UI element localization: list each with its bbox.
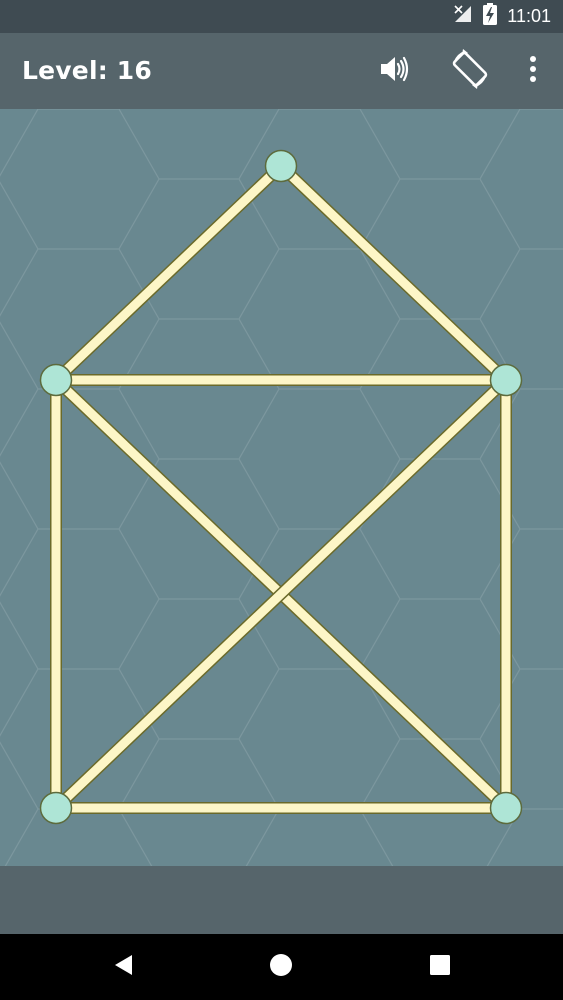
node-mid-right[interactable] <box>489 363 523 397</box>
hex-grid-background <box>0 109 563 866</box>
node-mid-left[interactable] <box>39 363 73 397</box>
sound-button[interactable] <box>370 47 418 95</box>
battery-charging-icon <box>483 3 498 30</box>
screen-rotation-button[interactable] <box>446 47 494 95</box>
back-icon <box>112 953 134 982</box>
status-time: 11:01 <box>507 6 551 26</box>
more-options-icon <box>528 55 538 88</box>
home-icon <box>269 953 293 982</box>
navigation-bar <box>0 934 563 1000</box>
node-apex[interactable] <box>264 149 298 183</box>
status-icons: 11:01 <box>453 0 551 33</box>
status-bar: 11:01 <box>0 0 563 33</box>
no-signal-icon <box>453 4 473 29</box>
home-button[interactable] <box>257 943 305 991</box>
recents-icon <box>429 954 451 981</box>
recents-button[interactable] <box>416 943 464 991</box>
back-button[interactable] <box>99 943 147 991</box>
bottom-panel <box>0 866 563 934</box>
screen-rotation-icon <box>448 47 492 96</box>
puzzle-canvas[interactable] <box>0 109 563 866</box>
game-board[interactable] <box>0 109 563 866</box>
node-bottom-left[interactable] <box>39 791 73 825</box>
level-title: Level: 16 <box>22 56 152 85</box>
node-bottom-right[interactable] <box>489 791 523 825</box>
sound-icon <box>377 52 411 91</box>
app-bar: Level: 16 <box>0 33 563 109</box>
more-options-button[interactable] <box>509 47 557 95</box>
